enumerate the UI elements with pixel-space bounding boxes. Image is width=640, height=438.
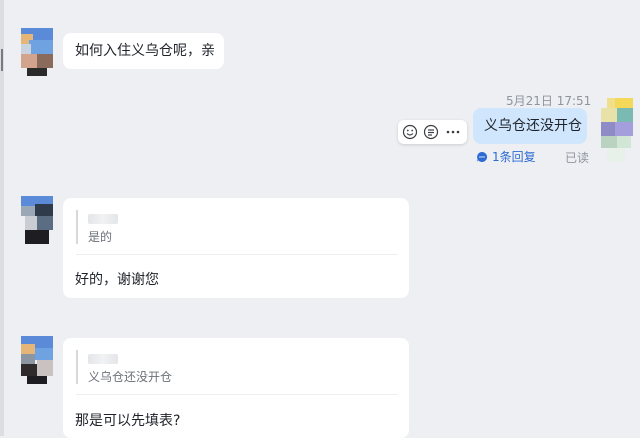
quoted-text: 义乌仓还没开仓 xyxy=(88,370,173,384)
message-text: 那是可以先填表? xyxy=(75,413,181,429)
message-bubble-outgoing[interactable]: 义乌仓还没开仓 xyxy=(473,108,587,144)
divider xyxy=(76,254,398,255)
quoted-sender-name xyxy=(88,214,118,224)
message-text: 义乌仓还没开仓 xyxy=(484,118,582,134)
thread-reply-link[interactable]: 1条回复 xyxy=(476,148,536,165)
read-status: 已读 xyxy=(565,151,590,165)
reply-count[interactable]: 1条回复 xyxy=(492,148,536,165)
message-bubble-with-quote[interactable]: 是的 好的，谢谢您 xyxy=(63,198,409,298)
quoted-message[interactable]: 义乌仓还没开仓 xyxy=(76,350,172,384)
more-icon[interactable] xyxy=(445,124,461,140)
avatar[interactable] xyxy=(21,196,53,244)
reply-thread-icon xyxy=(477,151,488,162)
message-bubble-with-quote[interactable]: 义乌仓还没开仓 那是可以先填表? xyxy=(63,338,409,438)
scroll-indicator[interactable] xyxy=(1,49,3,71)
divider xyxy=(76,394,398,395)
reply-icon[interactable] xyxy=(423,124,439,140)
avatar[interactable] xyxy=(601,98,633,162)
quoted-sender-name xyxy=(88,354,118,364)
message-text: 如何入住义乌仓呢，亲 xyxy=(75,43,215,59)
message-text: 好的，谢谢您 xyxy=(75,272,159,288)
avatar[interactable] xyxy=(21,336,53,384)
avatar[interactable] xyxy=(21,28,53,76)
message-action-bar xyxy=(398,120,467,144)
emoji-icon[interactable] xyxy=(402,124,418,140)
message-timestamp: 5月21日 17:51 xyxy=(506,94,592,108)
message-bubble[interactable]: 如何入住义乌仓呢，亲 xyxy=(63,33,224,69)
quoted-text: 是的 xyxy=(88,230,113,244)
quoted-message[interactable]: 是的 xyxy=(76,210,118,244)
